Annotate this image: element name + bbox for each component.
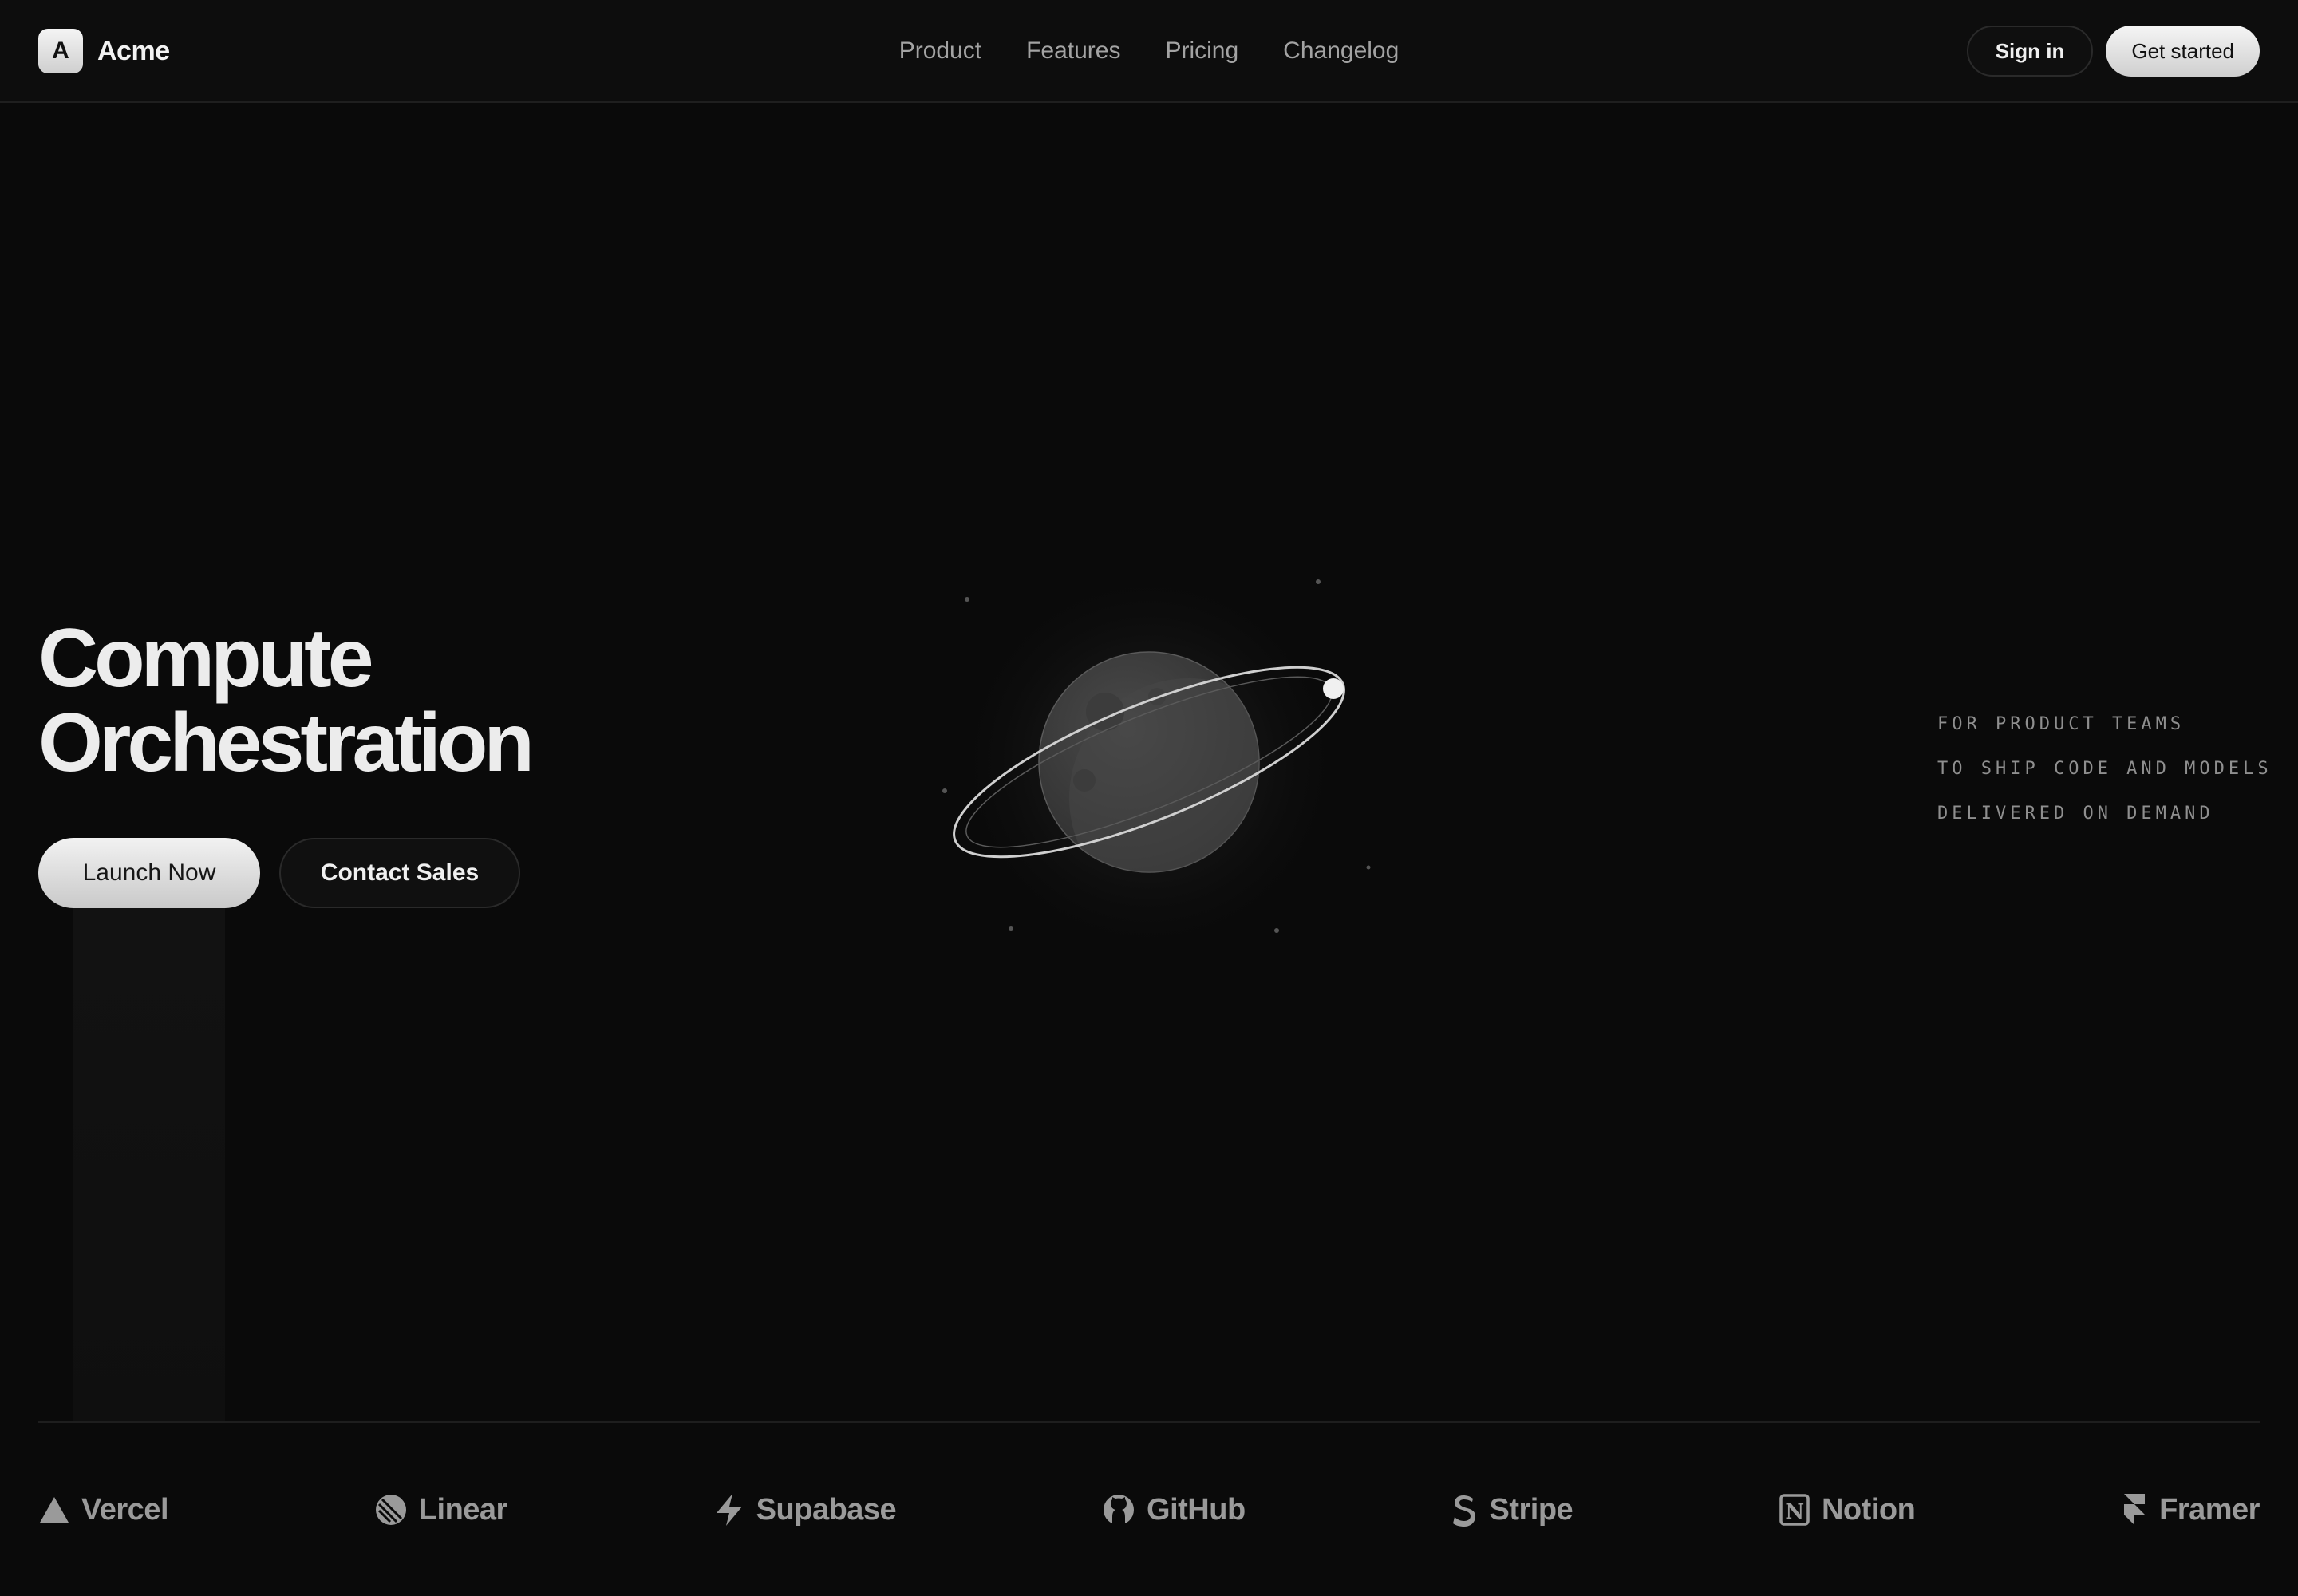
logo-notion: N Notion — [1779, 1492, 1916, 1527]
logo-framer: Framer — [2121, 1492, 2260, 1527]
logo-linear-name: Linear — [418, 1492, 508, 1527]
logo-github: GitHub — [1102, 1493, 1246, 1527]
tagline-line-1: FOR PRODUCT TEAMS — [1937, 714, 2185, 734]
get-started-button[interactable]: Get started — [2106, 26, 2260, 77]
brand[interactable]: A Acme — [38, 29, 170, 73]
notion-icon: N — [1779, 1494, 1810, 1526]
svg-text:N: N — [1785, 1500, 1803, 1524]
tagline-line-2: TO SHIP CODE AND MODELS — [1937, 759, 2272, 779]
launch-now-button[interactable]: Launch Now — [38, 838, 260, 908]
brand-logo-icon: A — [38, 29, 83, 73]
logo-github-name: GitHub — [1147, 1492, 1246, 1527]
logo-linear: Linear — [374, 1493, 507, 1527]
section-divider — [38, 1421, 2260, 1423]
github-icon — [1104, 1495, 1135, 1525]
nav-link-features[interactable]: Features — [1026, 38, 1120, 65]
vercel-icon — [40, 1497, 69, 1523]
supabase-icon — [716, 1494, 742, 1526]
tagline: FOR PRODUCT TEAMS TO SHIP CODE AND MODEL… — [1937, 702, 2272, 836]
logo-framer-name: Framer — [2159, 1492, 2260, 1527]
contact-sales-button[interactable]: Contact Sales — [279, 838, 520, 908]
nav-links: Product Features Pricing Changelog — [0, 0, 2298, 102]
customer-logos: Vercel Linear Supabase GitHub Stripe N N… — [38, 1486, 2260, 1534]
logo-vercel-name: Vercel — [81, 1492, 169, 1527]
hero-title-line-2: Orchestration — [38, 697, 535, 789]
planet-icon — [910, 559, 1388, 962]
nav-link-pricing[interactable]: Pricing — [1165, 38, 1238, 65]
hero-title: Compute Orchestration — [38, 612, 535, 789]
framer-icon — [2124, 1494, 2146, 1525]
nav-link-product[interactable]: Product — [899, 38, 981, 65]
top-navigation: A Acme Product Features Pricing Changelo… — [0, 0, 2298, 103]
logo-supabase: Supabase — [713, 1492, 897, 1527]
nav-actions: Sign in Get started — [1966, 26, 2260, 77]
tagline-line-3: DELIVERED ON DEMAND — [1937, 804, 2214, 824]
brand-name: Acme — [97, 35, 170, 66]
nav-link-changelog[interactable]: Changelog — [1283, 38, 1399, 65]
hero-title-line-1: Compute — [38, 612, 374, 705]
logo-vercel: Vercel — [38, 1492, 169, 1527]
decorative-pillar — [73, 908, 225, 1422]
logo-stripe-name: Stripe — [1489, 1492, 1573, 1527]
stripe-icon — [1453, 1495, 1476, 1527]
hero-actions: Launch Now Contact Sales — [38, 838, 520, 908]
logo-notion-name: Notion — [1821, 1492, 1916, 1527]
sign-in-button[interactable]: Sign in — [1966, 26, 2094, 77]
logo-stripe: Stripe — [1451, 1492, 1573, 1527]
logo-supabase-name: Supabase — [756, 1492, 897, 1527]
linear-icon — [375, 1495, 406, 1525]
